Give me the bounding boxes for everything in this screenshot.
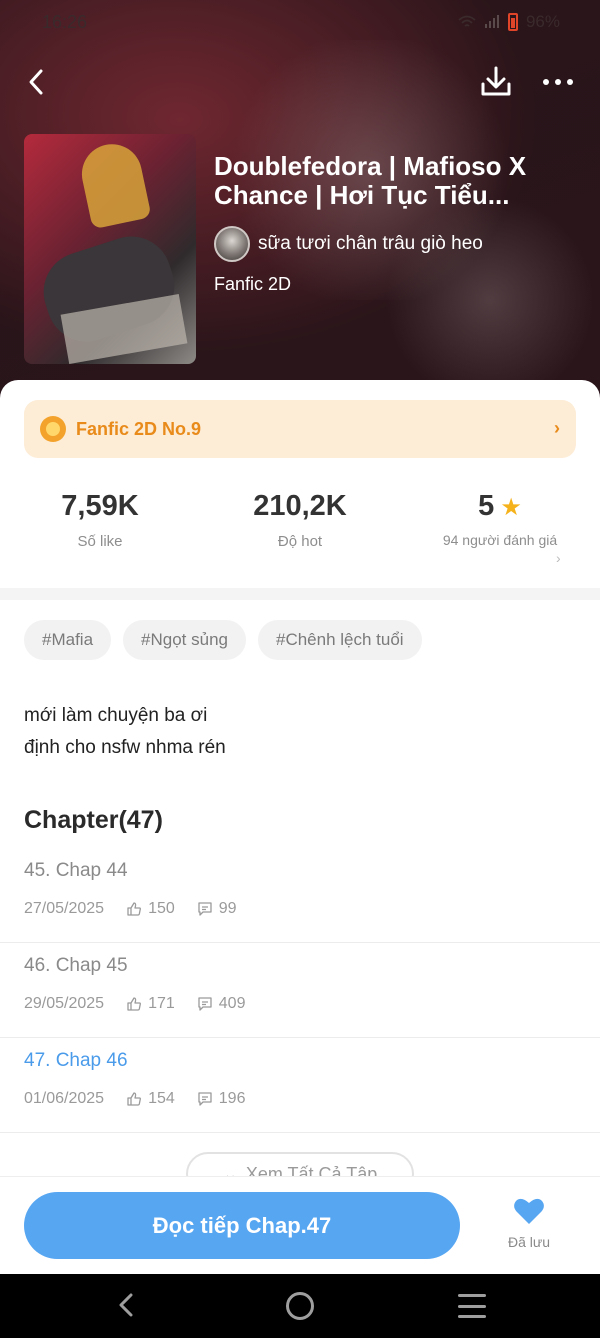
hot-label: Độ hot [277, 533, 323, 550]
book-description: mới làm chuyện ba ơi định cho nsfw nhma … [24, 705, 226, 758]
saved-button[interactable]: Đã lưu [494, 1197, 564, 1250]
avatar [214, 226, 250, 262]
rank-banner[interactable]: Fanfic 2D No.9 › [24, 400, 576, 458]
stats-row: 7,59K Số like 210,2K Độ hot 5 ★ 94 người … [0, 490, 600, 580]
author[interactable]: sữa tươi chân trâu giò heo [214, 226, 483, 262]
chapter-date: 01/06/2025 [24, 1090, 105, 1107]
battery-icon [507, 13, 518, 31]
book-genre: Fanfic 2D [214, 274, 292, 294]
battery-level: 96% [525, 12, 560, 31]
chapter-meta: 29/05/2025 171 409 [24, 995, 245, 1013]
section-divider [0, 588, 600, 600]
book-cover [24, 134, 196, 364]
saved-label: Đã lưu [507, 1234, 551, 1250]
chapter-title-current: 47. Chap 46 [24, 1050, 128, 1071]
author-name: sữa tươi chân trâu giò heo [258, 233, 483, 254]
rating-stat[interactable]: 5 ★ 94 người đánh giá [400, 490, 600, 550]
top-nav [0, 60, 600, 104]
comment-icon [198, 997, 212, 1011]
chapter-title: 46. Chap 45 [24, 955, 128, 976]
likes-label: Số like [77, 533, 123, 550]
download-button[interactable] [476, 62, 516, 102]
star-icon: ★ [500, 494, 522, 521]
hot-value: 210,2K [253, 490, 347, 522]
chapter-likes: 154 [148, 1090, 175, 1107]
rating-value: 5 [478, 490, 495, 522]
chapter-row[interactable]: 45. Chap 44 27/05/2025 150 99 [0, 848, 600, 943]
chapter-date: 27/05/2025 [24, 900, 105, 917]
chapter-title: 45. Chap 44 [24, 860, 128, 881]
system-back-icon[interactable] [112, 1290, 142, 1320]
thumbs-up-icon [127, 902, 142, 916]
chapter-meta: 27/05/2025 150 99 [24, 900, 237, 918]
download-icon [481, 66, 511, 96]
heart-icon [514, 1198, 544, 1224]
chapter-heading: Chapter(47) [24, 806, 163, 834]
tag-list: #Mafia #Ngọt sủng #Chênh lệch tuổi [24, 620, 422, 660]
chapter-likes: 171 [148, 995, 175, 1012]
likes-value: 7,59K [61, 490, 139, 522]
chapter-comments: 409 [218, 995, 246, 1012]
chapter-meta: 01/06/2025 154 196 [24, 1090, 245, 1108]
status-icons: 96% [458, 12, 560, 32]
status-time: 16:26 [42, 12, 88, 32]
continue-reading-button[interactable]: Đọc tiếp Chap.47 [24, 1192, 460, 1259]
more-dots-icon [543, 79, 549, 85]
chevron-right-icon: › [556, 550, 561, 566]
thumbs-up-icon [127, 997, 142, 1011]
chapter-row[interactable]: 47. Chap 46 01/06/2025 154 196 [0, 1038, 600, 1133]
book-title: Doublefedora | Mafioso X Chance | Hơi Tụ… [214, 151, 527, 210]
rating-label: 94 người đánh giá [442, 532, 558, 548]
back-button[interactable] [18, 64, 54, 100]
comment-icon [198, 1092, 212, 1106]
status-bar: 16:26 96% [0, 0, 600, 44]
system-recents-icon[interactable] [458, 1294, 486, 1318]
tag-item[interactable]: #Chênh lệch tuổi [257, 620, 422, 660]
signal-icon [484, 15, 499, 28]
chapter-date: 29/05/2025 [24, 995, 105, 1012]
chevron-left-icon [29, 69, 43, 95]
bottom-action-bar: Đọc tiếp Chap.47 Đã lưu [0, 1176, 600, 1274]
comment-icon [198, 902, 212, 916]
wifi-icon [458, 15, 476, 27]
chapter-row[interactable]: 46. Chap 45 29/05/2025 171 409 [0, 943, 600, 1038]
system-home-icon[interactable] [286, 1292, 314, 1320]
tag-item[interactable]: #Mafia [24, 620, 112, 660]
likes-stat: 7,59K Số like [0, 490, 200, 550]
hot-stat: 210,2K Độ hot [200, 490, 400, 550]
tag-item[interactable]: #Ngọt sủng [123, 620, 246, 660]
chevron-right-icon: › [554, 418, 560, 438]
thumbs-up-icon [127, 1092, 142, 1106]
system-nav-bar [0, 1274, 600, 1338]
more-options-button[interactable] [536, 66, 580, 98]
medal-icon [40, 416, 66, 442]
chapter-comments: 196 [218, 1090, 246, 1107]
chapter-comments: 99 [218, 900, 237, 917]
chapter-likes: 150 [148, 900, 175, 917]
rank-label: Fanfic 2D No.9 [76, 418, 202, 439]
